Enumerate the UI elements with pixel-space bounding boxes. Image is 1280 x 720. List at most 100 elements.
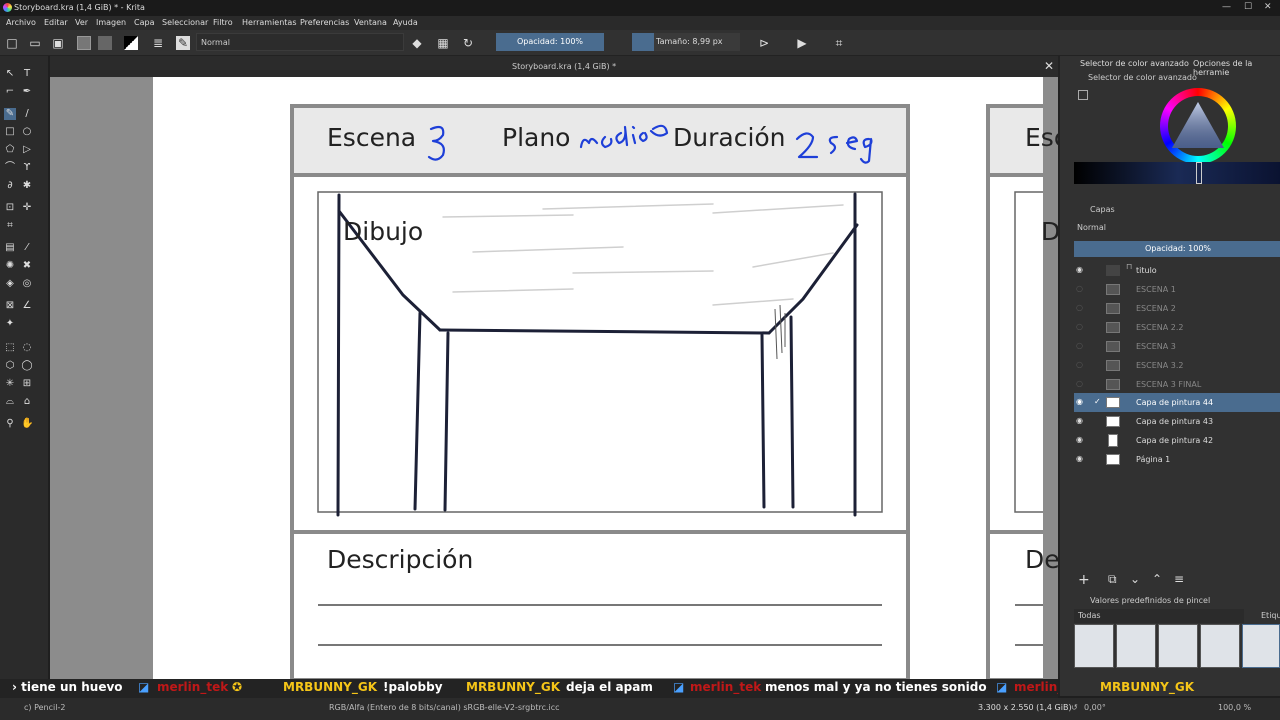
layer-row[interactable]: ○ ESCENA 3 [1074, 337, 1280, 356]
visibility-eye-icon[interactable]: ○ [1076, 303, 1086, 313]
menu-seleccionar[interactable]: Seleccionar [162, 18, 208, 27]
crop-tool-icon[interactable]: ⌗ [4, 220, 16, 232]
layer-row[interactable]: ◉ Página 1 [1074, 450, 1280, 469]
visibility-eye-icon[interactable]: ◉ [1076, 435, 1086, 445]
visibility-eye-icon[interactable]: ○ [1076, 322, 1086, 332]
transform-tool-icon[interactable]: ⊡ [4, 202, 16, 214]
fill-tool-icon[interactable]: ◈ [4, 278, 16, 290]
color-triangle[interactable] [1170, 100, 1226, 150]
line-tool-icon[interactable]: / [21, 108, 33, 120]
enclose-fill-tool-icon[interactable]: ◎ [21, 278, 33, 290]
brush-tag-label[interactable]: Etiqu [1261, 611, 1280, 620]
menu-preferencias[interactable]: Preferencias [300, 18, 349, 27]
visibility-eye-icon[interactable]: ○ [1076, 284, 1086, 294]
close-window-icon[interactable]: ✕ [1264, 2, 1272, 12]
visibility-eye-icon[interactable]: ○ [1076, 341, 1086, 351]
tab-color-selector[interactable]: Selector de color avanzado [1080, 59, 1189, 68]
freehand-select-tool-icon[interactable]: ◯ [21, 360, 33, 372]
smart-patch-tool-icon[interactable]: ✖ [21, 260, 33, 272]
reference-images-tool-icon[interactable]: ✦ [4, 318, 16, 330]
reload-preset-icon[interactable]: ↻ [461, 36, 475, 50]
hue-ring[interactable] [1160, 88, 1236, 164]
fg-bg-color-icon[interactable] [124, 36, 138, 50]
layer-row[interactable]: ○ ESCENA 3 FINAL [1074, 375, 1280, 394]
freehand-brush-tool-icon[interactable]: ✎ [4, 108, 16, 120]
visibility-eye-icon[interactable]: ◉ [1076, 265, 1086, 275]
rectangle-tool-icon[interactable]: □ [4, 126, 16, 138]
color-settings-icon[interactable] [1078, 90, 1088, 100]
status-color-space[interactable]: RGB/Alfa (Entero de 8 bits/canal) sRGB-e… [329, 703, 560, 712]
menu-ventana[interactable]: Ventana [354, 18, 387, 27]
brush-preset-pencil-2[interactable] [1116, 624, 1156, 668]
layer-row[interactable]: ○ ESCENA 2.2 [1074, 318, 1280, 337]
edit-shapes-tool-icon[interactable]: ⌐ [4, 86, 16, 98]
layers-opacity-slider[interactable]: Opacidad: 100% [1074, 241, 1280, 257]
blend-mode-select[interactable]: Normal [196, 33, 404, 51]
menu-filtro[interactable]: Filtro [213, 18, 233, 27]
minimize-icon[interactable]: — [1222, 2, 1231, 12]
preserve-alpha-icon[interactable]: ▦ [436, 36, 450, 50]
menu-archivo[interactable]: Archivo [6, 18, 36, 27]
layer-row[interactable]: ○ ESCENA 2 [1074, 299, 1280, 318]
menu-capa[interactable]: Capa [134, 18, 154, 27]
menu-herramientas[interactable]: Herramientas [242, 18, 297, 27]
gradient-swatch-icon[interactable] [77, 36, 91, 50]
ellipse-tool-icon[interactable]: ○ [21, 126, 33, 138]
eraser-mode-icon[interactable]: ◆ [410, 36, 424, 50]
menu-ayuda[interactable]: Ayuda [393, 18, 418, 27]
document-tab[interactable]: Storyboard.kra (1,4 GiB) * ✕ [50, 56, 1058, 77]
add-layer-icon[interactable]: + [1078, 572, 1090, 588]
brush-preset-pencil[interactable] [1074, 624, 1114, 668]
layer-row[interactable]: ○ ESCENA 3.2 [1074, 356, 1280, 375]
color-history-strip[interactable] [1074, 162, 1280, 184]
new-document-icon[interactable]: □ [5, 36, 19, 50]
duplicate-layer-icon[interactable]: ⧉ [1108, 572, 1117, 587]
menu-ver[interactable]: Ver [75, 18, 88, 27]
canvas-page[interactable]: Escena Plano Duración Dibujo Descripción… [153, 77, 1058, 679]
polygon-tool-icon[interactable]: ⬠ [4, 144, 16, 156]
opacity-slider[interactable]: Opacidad: 100% [496, 33, 604, 51]
brush-preset-selected[interactable] [1242, 624, 1280, 668]
brush-preset-pencil-3[interactable] [1158, 624, 1198, 668]
layer-row[interactable]: ◉ Capa de pintura 43 [1074, 412, 1280, 431]
menu-imagen[interactable]: Imagen [96, 18, 126, 27]
similar-select-tool-icon[interactable]: ⊞ [21, 378, 33, 390]
brush-preset-icon[interactable]: ✎ [176, 36, 190, 50]
visibility-eye-icon[interactable]: ◉ [1076, 416, 1086, 426]
gradient-tool-icon[interactable]: ▤ [4, 242, 16, 254]
move-layer-up-icon[interactable]: ⌃ [1152, 572, 1162, 586]
multibrush-tool-icon[interactable]: ✱ [21, 180, 33, 192]
zoom-tool-icon[interactable]: ⚲ [4, 418, 16, 430]
visibility-eye-icon[interactable]: ○ [1076, 379, 1086, 389]
layer-row[interactable]: ◉ ⊓ titulo [1074, 261, 1280, 280]
brush-settings-icon[interactable]: ≣ [151, 36, 165, 50]
freehand-path-tool-icon[interactable]: ϒ [21, 162, 33, 174]
layer-row-active[interactable]: ◉ ✓ Capa de pintura 44 [1074, 393, 1280, 412]
assistant-tool-icon[interactable]: ⊠ [4, 300, 16, 312]
calligraphy-tool-icon[interactable]: ✒ [21, 86, 33, 98]
rect-select-tool-icon[interactable]: ⬚ [4, 342, 16, 354]
brush-size-slider[interactable]: Tamaño: 8,99 px [632, 33, 740, 51]
bezier-tool-icon[interactable]: ⌒ [4, 162, 16, 174]
magnetic-select-tool-icon[interactable]: ⌂ [21, 396, 33, 408]
visibility-eye-icon[interactable]: ○ [1076, 360, 1086, 370]
canvas-area[interactable]: Escena Plano Duración Dibujo Descripción… [50, 77, 1058, 679]
measure-tool-icon[interactable]: ∠ [21, 300, 33, 312]
mirror-horizontal-icon[interactable]: ⊳ [757, 36, 771, 50]
visibility-eye-icon[interactable]: ◉ [1076, 397, 1086, 407]
contiguous-select-tool-icon[interactable]: ✳ [4, 378, 16, 390]
save-icon[interactable]: ▣ [51, 36, 65, 50]
move-tool-icon[interactable]: ✛ [21, 202, 33, 214]
layer-row[interactable]: ○ ESCENA 1 [1074, 280, 1280, 299]
status-zoom[interactable]: 100,0 % [1218, 703, 1251, 712]
close-document-icon[interactable]: ✕ [1044, 59, 1054, 73]
maximize-icon[interactable]: ☐ [1244, 2, 1252, 12]
color-picker-tool-icon[interactable]: ⁄ [21, 242, 33, 254]
select-shapes-tool-icon[interactable]: ↖ [4, 68, 16, 80]
text-tool-icon[interactable]: T [21, 68, 33, 80]
rotation-icon[interactable]: ↺ [1071, 703, 1078, 712]
tab-tool-options[interactable]: Opciones de la herramie [1193, 59, 1280, 77]
brush-preset-pen[interactable] [1200, 624, 1240, 668]
pattern-swatch-icon[interactable] [98, 36, 112, 50]
bezier-select-tool-icon[interactable]: ⌓ [4, 396, 16, 408]
